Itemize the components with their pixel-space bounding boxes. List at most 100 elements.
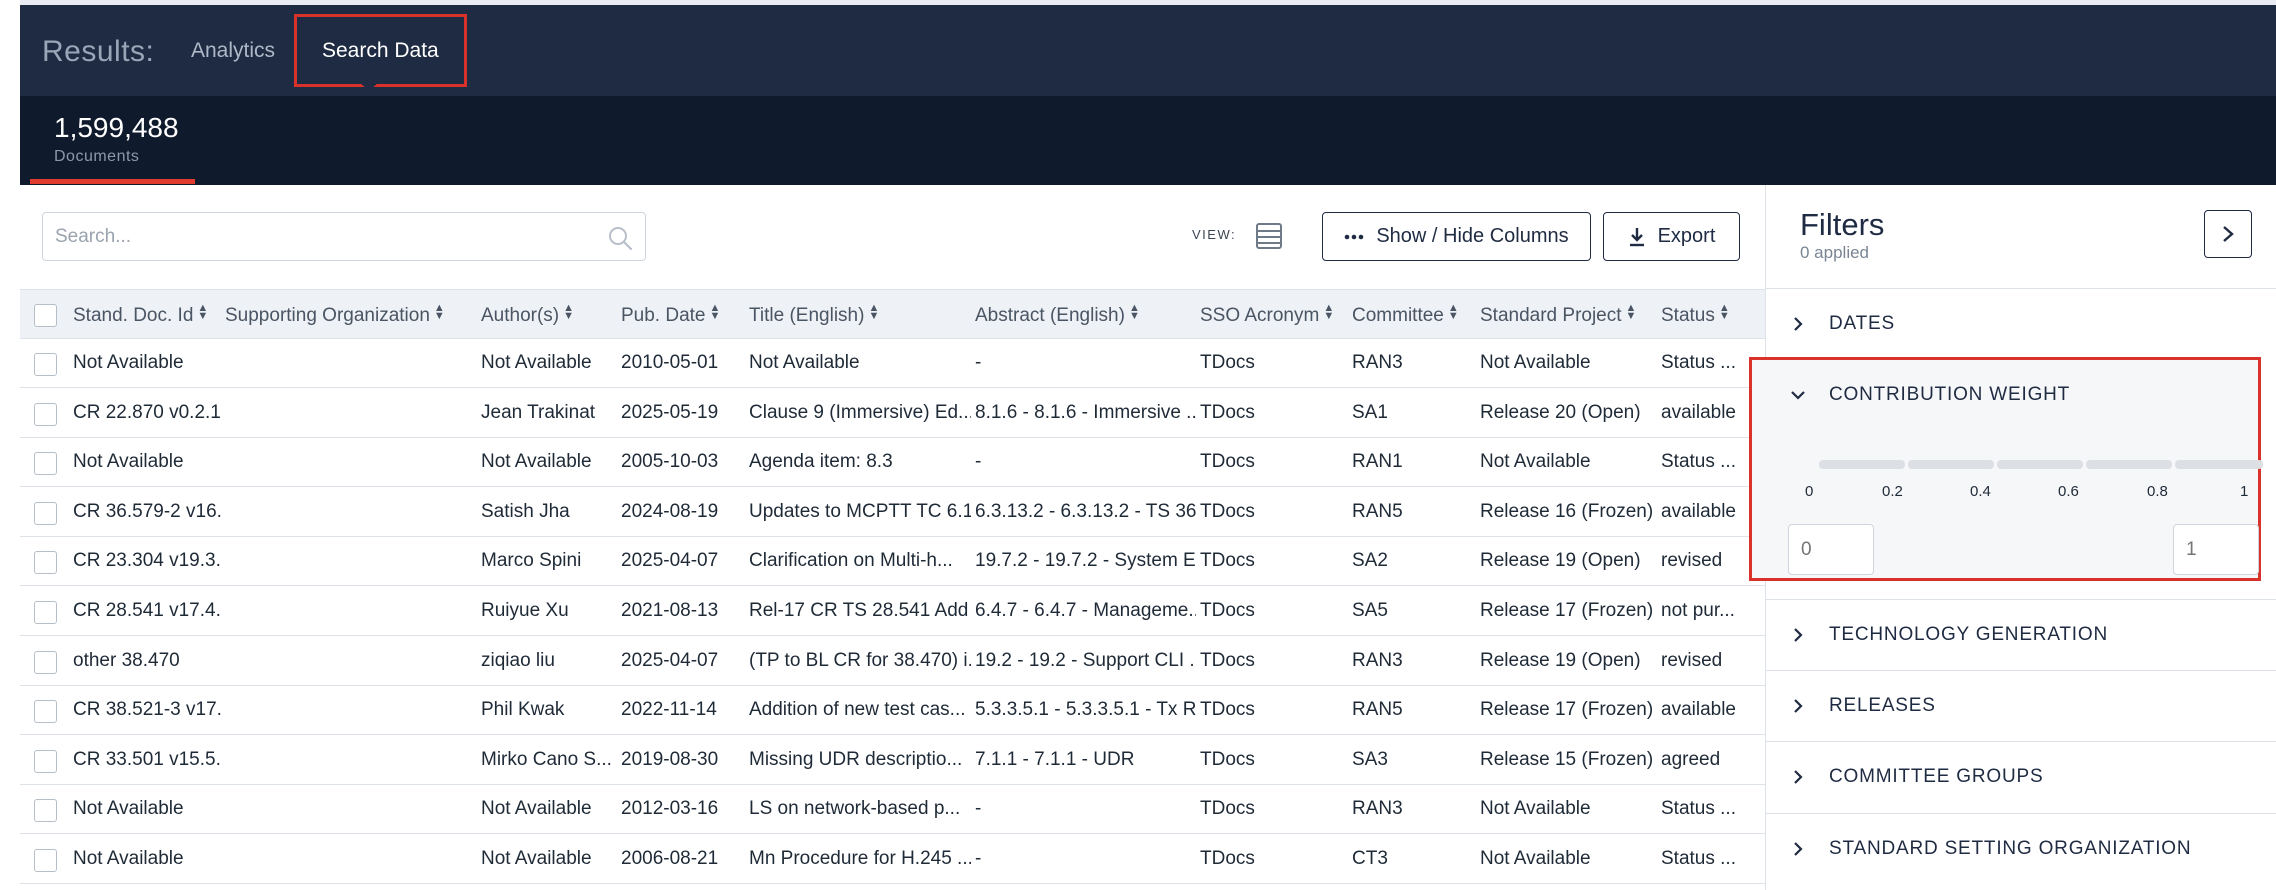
select-all-checkbox[interactable] <box>34 304 57 327</box>
row-checkbox[interactable] <box>34 700 57 724</box>
table-row[interactable]: Not Available Not Available 2005-10-03 Agen… <box>20 438 1766 488</box>
cell-doc-id: Not Available <box>73 848 184 869</box>
column-header[interactable]: Status ▲ ▼ <box>1661 303 1730 327</box>
cell-abstract: 19.7.2 - 19.7.2 - System En... <box>975 550 1196 572</box>
column-label: Stand. Doc. Id <box>73 305 194 326</box>
cell-pub-date: 2022-11-14 <box>621 699 717 721</box>
column-header[interactable]: Stand. Doc. Id ▲ ▼ <box>73 302 209 327</box>
table-row[interactable]: Not Available Not Available 2012-03-16 LS o… <box>20 785 1766 835</box>
filter-section-contribution-weight[interactable]: CONTRIBUTION WEIGHT <box>1766 360 2276 410</box>
column-header[interactable]: Committee ▲ ▼ <box>1352 303 1459 327</box>
export-button[interactable]: Export <box>1603 212 1740 261</box>
cell-doc-id: CR 36.579-2 v16... <box>73 500 221 522</box>
cell-pub-date: 2019-08-30 <box>621 748 719 770</box>
sort-icon: ▲ ▼ <box>197 302 209 322</box>
cell-title: Mn Procedure for H.245 ... <box>749 848 971 869</box>
cell-status: Status ... <box>1661 848 1736 869</box>
cell-committee: RAN5 <box>1352 699 1403 721</box>
table-row[interactable]: Not Available Not Available 2010-05-01 Not … <box>20 339 1766 388</box>
contribution-weight-slider[interactable] <box>1819 460 2263 469</box>
table-row[interactable]: CR 28.541 v17.4.0 Ruiyue Xu 2021-08-13 Rel-… <box>20 587 1766 636</box>
cell-abstract: 6.4.7 - 6.4.7 - Manageme... <box>975 600 1196 621</box>
cell-sso-acronym: TDocs <box>1200 699 1255 721</box>
table-row[interactable]: other 38.470 ziqiao liu 2025-04-07 (TP to B… <box>20 636 1766 686</box>
filter-section-standard-setting-organization[interactable]: STANDARD SETTING ORGANIZATION <box>1766 813 2276 890</box>
row-checkbox[interactable] <box>34 551 57 575</box>
row-checkbox[interactable] <box>34 749 57 773</box>
cell-doc-id: Not Available <box>73 352 184 373</box>
sort-icon: ▲ ▼ <box>1625 302 1637 322</box>
table-row[interactable]: CR 33.501 v15.5.0 Mirko Cano S... 2019-08-… <box>20 735 1766 785</box>
cell-pub-date: 2025-05-19 <box>621 401 719 423</box>
chevron-right-icon <box>1794 842 1803 856</box>
cell-sso-acronym: TDocs <box>1200 352 1255 373</box>
cell-authors: Ruiyue Xu <box>481 600 569 621</box>
slider-segment <box>1997 460 2083 469</box>
tab-analytics[interactable]: Analytics <box>191 39 275 63</box>
table-row[interactable]: CR 22.870 v0.2.1 Jean Trakinat 2025-05-19 C… <box>20 388 1766 438</box>
cell-abstract: - <box>975 848 982 869</box>
chevron-right-icon <box>2223 226 2234 242</box>
chevron-right-icon <box>1794 317 1803 331</box>
cell-abstract: - <box>975 451 982 473</box>
slider-tick-label: 0.6 <box>2058 483 2079 500</box>
filter-section-releases[interactable]: RELEASES <box>1766 670 2276 741</box>
row-checkbox[interactable] <box>34 452 57 476</box>
cell-title: Clause 9 (Immersive) Ed... <box>749 401 971 423</box>
row-checkbox[interactable] <box>34 799 57 823</box>
filters-title: Filters <box>1800 207 1885 242</box>
column-header[interactable]: SSO Acronym ▲ ▼ <box>1200 303 1334 327</box>
show-hide-columns-label: Show / Hide Columns <box>1376 225 1569 247</box>
filter-section-label: COMMITTEE GROUPS <box>1829 766 2044 787</box>
row-checkbox[interactable] <box>34 353 57 376</box>
cell-sso-acronym: TDocs <box>1200 600 1255 621</box>
table-row[interactable]: Not Available Not Available 2006-08-21 Mn P… <box>20 835 1766 884</box>
column-header[interactable]: Standard Project ▲ ▼ <box>1480 302 1637 327</box>
weight-min-input[interactable] <box>1788 524 1874 575</box>
slider-tick-label: 0 <box>1805 483 1814 500</box>
row-checkbox[interactable] <box>34 402 57 426</box>
row-checkbox[interactable] <box>34 601 57 624</box>
column-header[interactable]: Supporting Organization ▲ ▼ <box>225 302 445 327</box>
cell-sso-acronym: TDocs <box>1200 798 1255 820</box>
sort-icon: ▲ ▼ <box>563 302 575 322</box>
cell-abstract: 6.3.13.2 - 6.3.13.2 - TS 36.... <box>975 500 1196 522</box>
column-header[interactable]: Abstract (English) ▲ ▼ <box>975 303 1140 327</box>
search-icon[interactable] <box>607 225 633 251</box>
table-view-icon[interactable] <box>1254 221 1284 251</box>
slider-tick-label: 0.8 <box>2147 483 2168 500</box>
cell-standard-project: Release 15 (Frozen) <box>1480 748 1654 770</box>
sort-icon: ▲ ▼ <box>433 302 445 322</box>
table-row[interactable]: CR 23.304 v19.3.0 Marco Spini 2025-04-07 Cl… <box>20 537 1766 587</box>
cell-standard-project: Release 17 (Frozen) <box>1480 600 1654 621</box>
active-tab-caret <box>359 82 379 91</box>
row-checkbox[interactable] <box>34 849 57 872</box>
collapse-panel-button[interactable] <box>2204 210 2252 258</box>
filter-section-committee-groups[interactable]: COMMITTEE GROUPS <box>1766 741 2276 813</box>
cell-pub-date: 2010-05-01 <box>621 352 719 373</box>
weight-max-input[interactable] <box>2173 524 2259 575</box>
column-header[interactable]: Title (English) ▲ ▼ <box>749 303 879 327</box>
column-header[interactable]: Author(s) ▲ ▼ <box>481 302 575 327</box>
cell-pub-date: 2024-08-19 <box>621 500 719 522</box>
column-header[interactable]: Pub. Date ▲ ▼ <box>621 303 720 327</box>
cell-title: Updates to MCPTT TC 6.1... <box>749 500 971 522</box>
document-count-underline <box>30 179 195 184</box>
table-header: Stand. Doc. Id ▲ ▼ Supporting Organization… <box>20 289 1766 339</box>
table-row[interactable]: CR 36.579-2 v16... Satish Jha 2024-08-19 Up… <box>20 487 1766 537</box>
active-tab-highlight <box>294 14 467 87</box>
search-input[interactable] <box>55 223 595 251</box>
show-hide-columns-button[interactable]: Show / Hide Columns <box>1322 212 1591 261</box>
row-checkbox[interactable] <box>34 650 57 674</box>
chevron-down-icon <box>1791 391 1805 400</box>
filter-section-dates[interactable]: DATES <box>1766 288 2276 358</box>
search-box <box>42 212 646 261</box>
cell-standard-project: Not Available <box>1480 352 1591 373</box>
row-checkbox[interactable] <box>34 501 57 525</box>
cell-standard-project: Not Available <box>1480 451 1591 473</box>
cell-authors: Not Available <box>481 848 592 869</box>
cell-sso-acronym: TDocs <box>1200 550 1255 572</box>
filter-section-technology-generation[interactable]: TECHNOLOGY GENERATION <box>1766 599 2276 670</box>
cell-sso-acronym: TDocs <box>1200 451 1255 473</box>
table-row[interactable]: CR 38.521-3 v17.... Phil Kwak 2022-11-14 Ad… <box>20 686 1766 736</box>
